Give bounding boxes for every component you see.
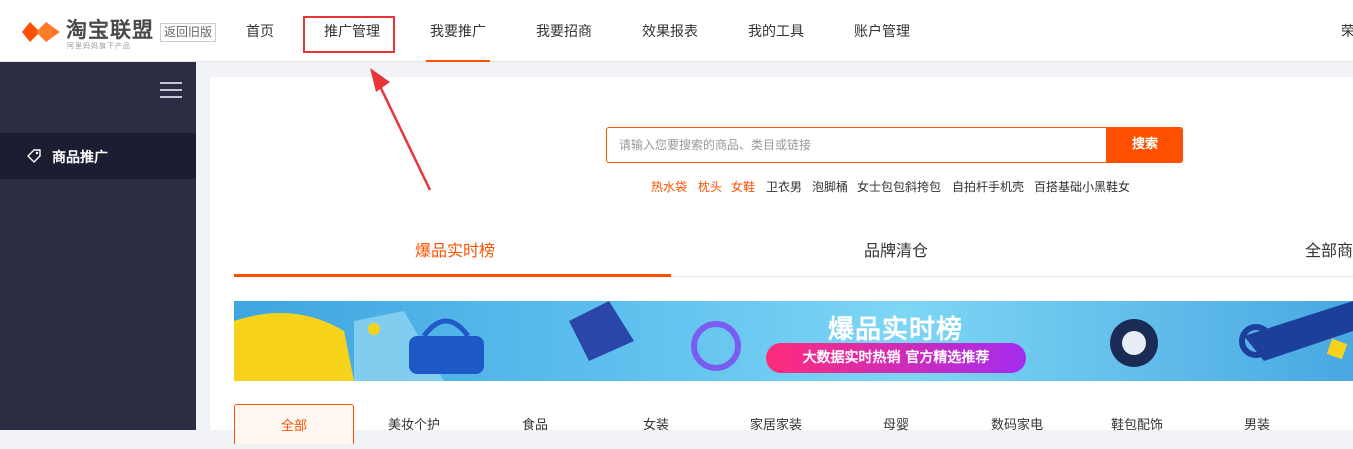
search-box (606, 127, 1107, 163)
banner-title: 爆品实时榜 (828, 315, 964, 345)
taobao-union-logo[interactable]: 淘宝联盟 阿里妈妈旗下产品 (20, 12, 160, 54)
category-tab-mens[interactable]: 男装 (1202, 404, 1312, 444)
logo-title: 淘宝联盟 (66, 18, 154, 42)
sidebar: 商品推广 (0, 62, 196, 430)
hot-keyword[interactable]: 泡脚桶 (812, 178, 848, 195)
nav-my-tools[interactable]: 我的工具 (748, 0, 804, 62)
hot-keyword[interactable]: 枕头 (698, 178, 722, 195)
hot-keyword[interactable]: 百搭基础小黑鞋女 (1034, 178, 1130, 195)
category-tab-home[interactable]: 家居家装 (721, 404, 831, 444)
tag-icon (27, 149, 41, 163)
category-tab-shoes-bags[interactable]: 鞋包配饰 (1082, 404, 1192, 444)
category-tab-all[interactable]: 全部 (234, 404, 354, 444)
user-name[interactable]: 荣 (1341, 0, 1353, 62)
hot-ranking-banner[interactable]: 爆品实时榜 大数据实时热销 官方精选推荐 (234, 301, 1353, 381)
tab-brand-clearance[interactable]: 品牌清仓 (864, 237, 928, 261)
category-tab-beauty[interactable]: 美妆个护 (359, 404, 469, 444)
red-arrow-annotation (370, 68, 432, 191)
logo-subtitle: 阿里妈妈旗下产品 (67, 42, 131, 50)
sidebar-item-product-promotion[interactable]: 商品推广 (0, 133, 196, 179)
hot-keyword[interactable]: 卫衣男 (766, 178, 802, 195)
hot-keyword[interactable]: 热水袋 (651, 178, 687, 195)
hot-keyword[interactable]: 女鞋 (731, 178, 755, 195)
return-old-version-button[interactable]: 返回旧版 (160, 23, 217, 42)
category-tab-digital[interactable]: 数码家电 (962, 404, 1072, 444)
tab-hot-ranking[interactable]: 爆品实时榜 (415, 237, 495, 261)
hot-keyword[interactable]: 女士包包斜挎包 (857, 178, 941, 195)
banner-subtitle: 大数据实时热销 官方精选推荐 (766, 343, 1026, 373)
category-bar: 全部 美妆个护 食品 女装 家居家装 母婴 数码家电 鞋包配饰 男装 (234, 404, 1353, 445)
hamburger-menu-icon[interactable] (160, 82, 182, 100)
nav-effect-report[interactable]: 效果报表 (642, 0, 698, 62)
category-tab-food[interactable]: 食品 (480, 404, 590, 444)
category-tab-baby[interactable]: 母婴 (841, 404, 951, 444)
highlight-box (303, 16, 395, 53)
sidebar-item-label: 商品推广 (52, 150, 108, 166)
nav-merchant-recruit[interactable]: 我要招商 (536, 0, 592, 62)
nav-home[interactable]: 首页 (246, 0, 274, 62)
search-input[interactable] (607, 128, 1104, 162)
active-tab-underline (234, 274, 671, 277)
logo-icon (22, 22, 60, 42)
hot-keyword[interactable]: 自拍杆手机壳 (952, 178, 1024, 195)
top-nav-bar: 淘宝联盟 阿里妈妈旗下产品 返回旧版 首页 推广管理 我要推广 我要招商 效果报… (0, 0, 1353, 62)
nav-i-want-promote[interactable]: 我要推广 (426, 0, 490, 62)
nav-account-management[interactable]: 账户管理 (854, 0, 910, 62)
category-tab-womens[interactable]: 女装 (601, 404, 711, 444)
search-button[interactable]: 搜索 (1107, 127, 1183, 163)
tab-all-products[interactable]: 全部商 (1305, 237, 1353, 261)
